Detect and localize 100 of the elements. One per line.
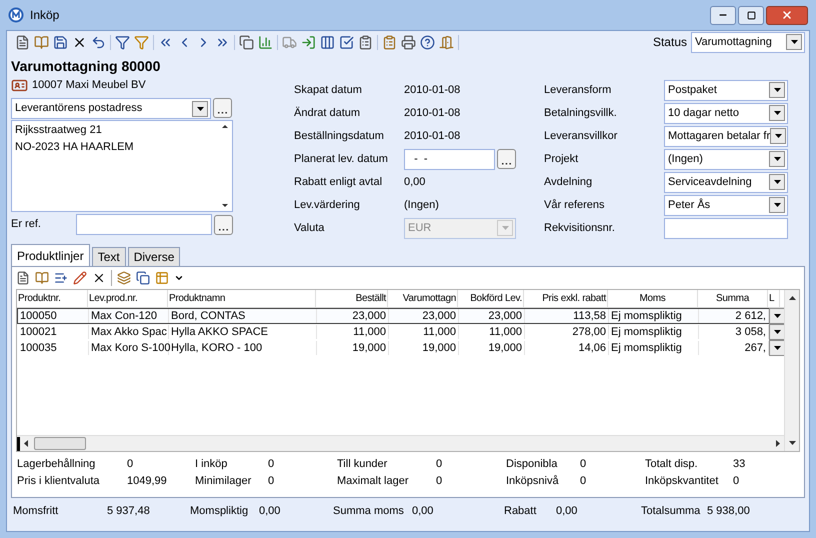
date-field[interactable]: - - (404, 148, 495, 170)
clear-filter-icon[interactable] (134, 34, 149, 50)
dropdown-button[interactable] (769, 324, 785, 340)
table-row[interactable]: 100050 Max Con-120 Bord, CONTAS 23,000 23,000 23,000 113,58 Ej momspliktig 2 612, (17, 308, 784, 324)
address-textarea[interactable]: Rijksstraatweg 21 NO-2023 HA HAARLEM (11, 120, 233, 212)
bar-chart-icon[interactable] (258, 34, 273, 50)
printer-icon[interactable] (401, 34, 416, 50)
dropdown-button[interactable] (769, 340, 785, 356)
dropdown-button[interactable] (769, 82, 785, 98)
document-icon[interactable] (358, 34, 373, 50)
arrow-in-icon[interactable] (301, 34, 316, 50)
maximize-button[interactable] (738, 6, 764, 24)
stat-label: Inköpsnivå (506, 474, 560, 490)
help-icon[interactable] (420, 34, 435, 50)
table-cell: Ej momspliktig (609, 325, 699, 339)
caret-icon[interactable] (174, 273, 184, 283)
close-icon (781, 9, 793, 21)
table-cell: 19,000 (389, 341, 459, 355)
dropdown-field[interactable]: Peter Ås (664, 194, 788, 216)
copy-icon[interactable] (136, 271, 150, 285)
table-cell: Ej momspliktig (609, 309, 699, 323)
requisition-field[interactable] (664, 218, 788, 238)
total-value: 0,00 (259, 504, 280, 519)
app-logo-icon (8, 7, 24, 23)
book-icon[interactable] (35, 271, 49, 285)
stat-label: Disponibla (506, 457, 558, 472)
total-label: Totalsumma (641, 504, 702, 519)
vertical-scrollbar[interactable] (784, 290, 799, 451)
table-cell: 23,000 (459, 309, 525, 323)
scroll-up-icon[interactable] (788, 296, 796, 300)
status-label: Status (652, 34, 687, 51)
edit-icon[interactable] (73, 271, 87, 285)
dropdown-field[interactable]: 10 dagar netto (664, 102, 788, 124)
dropdown-field[interactable]: Varumottagning (691, 32, 805, 52)
column-header[interactable]: Summa (698, 290, 768, 307)
column-header[interactable]: Produktnamn (168, 290, 316, 307)
dropdown-field[interactable]: (Ingen) (664, 148, 788, 170)
dropdown-field[interactable]: Serviceavdelning (664, 172, 788, 192)
exit-icon[interactable] (439, 34, 454, 50)
stat-label: Minimilager (195, 474, 252, 490)
dropdown-button[interactable] (769, 174, 785, 190)
total-value: 5 938,00 (707, 504, 750, 519)
table-cell: 113,58 (525, 309, 609, 323)
scroll-up-icon[interactable] (222, 125, 228, 128)
dropdown-button[interactable] (192, 100, 208, 116)
table-cell: 11,000 (317, 325, 389, 339)
browse-button[interactable] (497, 149, 516, 169)
field-value: 2010-01-08 (404, 128, 460, 144)
table-icon[interactable] (155, 271, 169, 285)
new-line-icon[interactable] (16, 271, 30, 285)
column-header[interactable]: Pris exkl. rabatt (524, 290, 608, 307)
scroll-down-icon[interactable] (788, 441, 796, 445)
column-header[interactable]: Produktnr. (17, 290, 88, 307)
column-header[interactable]: Varumottagn (388, 290, 458, 307)
tab[interactable]: Diverse (128, 247, 180, 266)
dropdown-field[interactable]: Mottagaren betalar fr (664, 126, 788, 146)
table-cell: 14,06 (525, 341, 609, 355)
checklist-icon[interactable] (339, 34, 354, 50)
column-header[interactable]: Lev.prod.nr. (88, 290, 168, 307)
column-header[interactable]: Moms (608, 290, 698, 307)
scroll-left-icon[interactable] (24, 440, 28, 447)
total-label: Momspliktig (190, 504, 250, 519)
stat-value: 0 (580, 457, 586, 472)
column-header[interactable]: L (768, 290, 780, 307)
dropdown-button[interactable] (769, 151, 785, 167)
new-document-icon[interactable] (15, 34, 30, 50)
field-value: 0,00 (404, 174, 426, 190)
delete-icon[interactable] (92, 271, 106, 285)
scrollbar-thumb[interactable] (34, 437, 86, 450)
browse-button[interactable] (213, 98, 232, 118)
book-icon[interactable] (34, 34, 49, 50)
browse-button[interactable] (214, 214, 233, 234)
tab[interactable]: Produktlinjer (11, 244, 90, 266)
save-icon[interactable] (53, 34, 68, 50)
dropdown-button[interactable] (770, 128, 786, 144)
column-header[interactable]: Bokförd Lev. (458, 290, 524, 307)
table-row[interactable]: 100035 Max Koro S-100Hylla, KORO - 100 19,000 19,000 19,000 14,06 Ej momspliktig 267, (17, 340, 784, 356)
columns-icon[interactable] (320, 34, 335, 50)
dropdown-button[interactable] (769, 308, 785, 324)
filter-icon[interactable] (115, 34, 130, 50)
column-header[interactable]: Beställt (316, 290, 388, 307)
dropdown-button[interactable] (786, 34, 802, 50)
close-button[interactable] (766, 6, 808, 24)
dropdown-button[interactable] (769, 105, 785, 121)
reference-field[interactable] (76, 214, 212, 235)
scroll-right-icon[interactable] (776, 440, 780, 447)
insert-line-icon[interactable] (54, 271, 68, 285)
maximize-icon (746, 10, 756, 20)
copy-icon[interactable] (239, 34, 254, 50)
dropdown-button[interactable] (769, 197, 785, 213)
layers-icon[interactable] (117, 271, 131, 285)
table-cell: 100050 (18, 309, 89, 323)
contact-card-icon[interactable] (11, 77, 28, 94)
clipboard-icon[interactable] (382, 34, 397, 50)
undo-icon[interactable] (91, 34, 106, 50)
field-label: Rekvisitionsnr. (544, 220, 616, 236)
dropdown-field[interactable]: Leverantörens postadress (11, 98, 211, 119)
tab[interactable]: Text (92, 247, 126, 266)
dropdown-field[interactable]: Postpaket (664, 80, 788, 100)
scroll-down-icon[interactable] (222, 204, 228, 207)
